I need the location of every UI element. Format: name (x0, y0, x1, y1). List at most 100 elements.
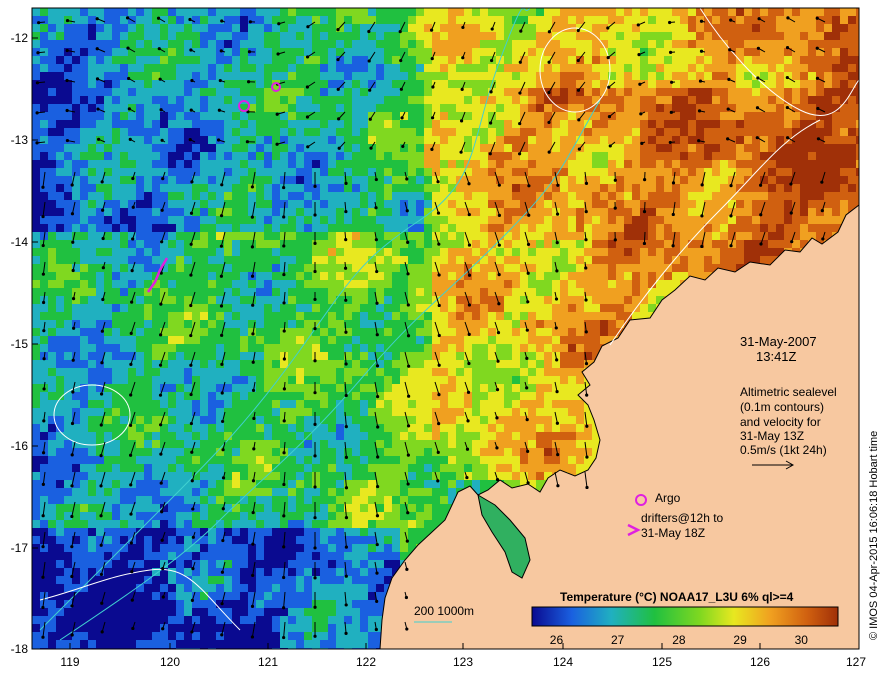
sst-cell (296, 360, 304, 368)
sst-cell (312, 232, 320, 240)
sst-cell (592, 152, 600, 160)
sst-cell (712, 64, 720, 72)
sst-cell (256, 376, 264, 384)
sst-cell (240, 360, 248, 368)
sst-cell (104, 248, 112, 256)
sst-cell (80, 128, 88, 136)
sst-cell (368, 120, 376, 128)
sst-cell (456, 32, 464, 40)
sst-cell (192, 168, 200, 176)
sst-cell (616, 288, 624, 296)
sst-cell (56, 304, 64, 312)
sst-cell (848, 120, 856, 128)
sst-cell (208, 312, 216, 320)
sst-cell (320, 40, 328, 48)
sst-cell (632, 64, 640, 72)
sst-cell (480, 88, 488, 96)
sst-cell (176, 184, 184, 192)
sst-cell (640, 264, 648, 272)
sst-cell (312, 144, 320, 152)
sst-cell (248, 112, 256, 120)
sst-cell (768, 136, 776, 144)
sst-cell (656, 104, 664, 112)
sst-cell (464, 72, 472, 80)
sst-cell (56, 160, 64, 168)
sst-cell (576, 64, 584, 72)
sst-cell (472, 112, 480, 120)
sst-cell (576, 312, 584, 320)
sst-cell (224, 216, 232, 224)
sst-cell (728, 88, 736, 96)
sst-cell (136, 280, 144, 288)
sst-cell (216, 320, 224, 328)
sst-cell (440, 224, 448, 232)
sst-cell (88, 160, 96, 168)
sst-cell (704, 200, 712, 208)
sst-cell (560, 168, 568, 176)
sst-cell (304, 240, 312, 248)
sst-cell (48, 288, 56, 296)
sst-cell (392, 288, 400, 296)
sst-cell (512, 344, 520, 352)
sst-cell (256, 184, 264, 192)
sst-cell (768, 48, 776, 56)
sst-cell (48, 136, 56, 144)
sst-cell (304, 344, 312, 352)
sst-cell (296, 216, 304, 224)
sst-cell (360, 80, 368, 88)
sst-cell (424, 240, 432, 248)
sst-cell (576, 16, 584, 24)
sst-cell (192, 280, 200, 288)
sst-cell (704, 264, 712, 272)
sst-cell (88, 176, 96, 184)
sst-cell (352, 256, 360, 264)
sst-cell (688, 152, 696, 160)
sst-cell (128, 112, 136, 120)
sst-cell (512, 56, 520, 64)
sst-cell (576, 160, 584, 168)
sst-cell (856, 120, 859, 128)
sst-cell (688, 144, 696, 152)
sst-cell (416, 360, 424, 368)
sst-cell (376, 144, 384, 152)
sst-cell (760, 104, 768, 112)
sst-cell (264, 288, 272, 296)
sst-cell (344, 144, 352, 152)
sst-cell (392, 328, 400, 336)
sst-cell (232, 176, 240, 184)
sst-cell (576, 120, 584, 128)
sst-cell (776, 168, 784, 176)
sst-cell (360, 240, 368, 248)
sst-cell (360, 168, 368, 176)
sst-cell (312, 256, 320, 264)
sst-cell (504, 192, 512, 200)
sst-cell (712, 160, 720, 168)
sst-cell (240, 384, 248, 392)
sst-cell (376, 312, 384, 320)
sst-cell (296, 240, 304, 248)
sst-cell (440, 208, 448, 216)
sst-cell (136, 376, 144, 384)
sst-cell (272, 160, 280, 168)
sst-cell (616, 64, 624, 72)
sst-cell (768, 40, 776, 48)
sst-cell (48, 240, 56, 248)
sst-cell (416, 224, 424, 232)
sst-cell (656, 72, 664, 80)
sst-cell (176, 128, 184, 136)
sst-cell (664, 232, 672, 240)
sst-cell (536, 352, 544, 360)
sst-cell (320, 128, 328, 136)
sst-cell (720, 80, 728, 88)
sst-cell (264, 16, 272, 24)
sst-cell (608, 256, 616, 264)
sst-cell (640, 288, 648, 296)
sst-cell (328, 104, 336, 112)
sst-cell (744, 56, 752, 64)
sst-cell (512, 208, 520, 216)
sst-cell (504, 264, 512, 272)
sst-cell (200, 216, 208, 224)
sst-cell (232, 264, 240, 272)
sst-cell (824, 64, 832, 72)
sst-cell (408, 128, 416, 136)
